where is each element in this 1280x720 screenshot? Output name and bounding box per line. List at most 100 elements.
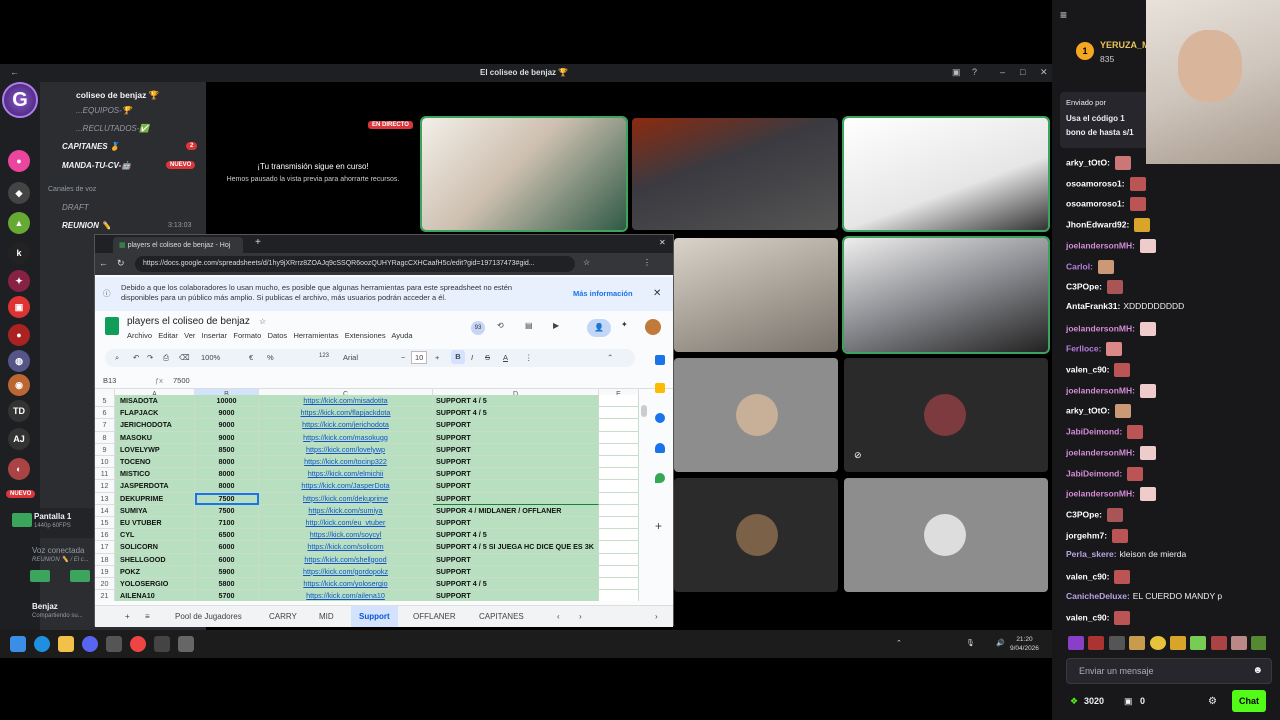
menu-editar[interactable]: Editar — [158, 331, 178, 340]
cell-a[interactable]: MASOKU — [115, 431, 195, 444]
cell-d[interactable]: SUPPORT 4 / 5 — [433, 529, 599, 542]
row-header[interactable]: 17 — [95, 541, 115, 554]
cell-b[interactable]: 5700 — [195, 590, 259, 601]
emote-icon[interactable] — [1108, 636, 1125, 650]
app-icon[interactable] — [106, 636, 122, 652]
cell-d[interactable]: SUPPORT — [433, 492, 599, 505]
cell-c[interactable]: https://kick.com/gordopokz — [259, 565, 433, 578]
emote-icon[interactable] — [1088, 636, 1105, 650]
cell-b[interactable]: 9000 — [195, 407, 259, 420]
discord-icon[interactable] — [82, 636, 98, 652]
emote-icon[interactable] — [1210, 636, 1227, 650]
cell-a[interactable]: SUMIYA — [115, 504, 195, 517]
server-icon[interactable]: ▣ — [8, 296, 30, 318]
chat-send-button[interactable]: Chat — [1232, 690, 1266, 712]
cell-c[interactable]: https://kick.com/lovelywp — [259, 443, 433, 456]
cell-a[interactable]: DEKUPRIME — [115, 492, 195, 505]
cell-e[interactable] — [599, 590, 639, 601]
tasks-icon[interactable] — [655, 413, 665, 423]
history-icon[interactable]: ⟲ — [497, 321, 504, 330]
user-name[interactable]: Benjaz — [32, 602, 58, 611]
cell-e[interactable] — [599, 431, 639, 444]
name-box[interactable]: B13 — [103, 376, 116, 385]
cell-b[interactable]: 6000 — [195, 541, 259, 554]
cell-b[interactable]: 6500 — [195, 529, 259, 542]
search-icon[interactable]: ⌕ — [115, 353, 119, 363]
cell-b[interactable]: 5800 — [195, 578, 259, 591]
cell-e[interactable] — [599, 395, 639, 408]
video-button[interactable] — [30, 570, 50, 582]
paint-format-icon[interactable]: ⌫ — [179, 353, 190, 362]
cell-b[interactable]: 9000 — [195, 419, 259, 432]
cell-a[interactable]: EU VTUBER — [115, 517, 195, 530]
video-tile[interactable] — [842, 236, 1050, 354]
cell-e[interactable] — [599, 517, 639, 530]
cell-c[interactable]: https://kick.com/yolosergio — [259, 578, 433, 591]
app-icon[interactable] — [154, 636, 170, 652]
video-tile[interactable] — [674, 238, 838, 352]
avatar-tile[interactable] — [674, 478, 838, 592]
close-banner-icon[interactable]: ✕ — [653, 288, 661, 299]
cell-d[interactable]: SUPPORT — [433, 590, 599, 601]
row-header[interactable]: 15 — [95, 517, 115, 530]
mic-icon[interactable]: 🎙 — [966, 639, 975, 647]
chrome-icon[interactable] — [130, 636, 146, 652]
chat-username[interactable]: JabiDeimond: — [1066, 426, 1122, 436]
emote-icon[interactable] — [1068, 636, 1084, 650]
avatar-tile[interactable]: ⊘ — [844, 358, 1048, 472]
chat-username[interactable]: joelandersonMH: — [1066, 385, 1135, 395]
cell-c[interactable]: https://kick.com/flapjackdota — [259, 407, 433, 420]
emoji-icon[interactable]: ☻ — [1252, 665, 1263, 676]
row-header[interactable]: 10 — [95, 456, 115, 469]
sheet-title[interactable]: players el coliseo de benjaz — [127, 316, 250, 327]
cell-b[interactable]: 8000 — [195, 456, 259, 469]
chat-username[interactable]: valen_c90: — [1066, 613, 1109, 623]
maps-icon[interactable] — [655, 473, 665, 483]
video-tile[interactable] — [632, 118, 838, 230]
cell-c[interactable]: https://kick.com/JasperDota — [259, 480, 433, 493]
emote-icon[interactable] — [1129, 636, 1146, 650]
menu-extensiones[interactable]: Extensiones — [345, 331, 386, 340]
italic-button[interactable]: I — [471, 353, 473, 362]
server-icon-aj[interactable]: AJ — [8, 428, 30, 450]
chat-username[interactable]: joelandersonMH: — [1066, 488, 1135, 498]
menu-formato[interactable]: Formato — [233, 331, 261, 340]
chat-username[interactable]: arky_tOtO: — [1066, 406, 1110, 416]
cell-d[interactable]: SUPPORT — [433, 456, 599, 469]
server-icon[interactable]: ◍ — [8, 350, 30, 372]
contacts-icon[interactable] — [655, 443, 665, 453]
calendar-icon[interactable] — [655, 355, 665, 365]
cell-a[interactable]: CYL — [115, 529, 195, 542]
menu-archivo[interactable]: Archivo — [127, 331, 152, 340]
scroll-left-icon[interactable]: ‹ — [557, 612, 560, 621]
cell-d[interactable]: SUPPORT — [433, 419, 599, 432]
edge-icon[interactable] — [34, 636, 50, 652]
menu-ayuda[interactable]: Ayuda — [391, 331, 412, 340]
clock[interactable]: 21:20 9/04/2026 — [1010, 635, 1039, 653]
chat-username[interactable]: arky_tOtO: — [1066, 157, 1110, 167]
url-field[interactable]: https://docs.google.com/spreadsheets/d/1… — [135, 256, 575, 272]
share-icon[interactable]: 👤 — [587, 319, 611, 337]
cell-e[interactable] — [599, 578, 639, 591]
cell-c[interactable]: https://kick.com/jerichodota — [259, 419, 433, 432]
cell-b[interactable]: 7500 — [195, 504, 259, 517]
undo-icon[interactable]: ↶ — [133, 353, 139, 362]
redo-icon[interactable]: ↷ — [147, 353, 153, 362]
format-123-button[interactable]: 123 — [319, 353, 329, 359]
cell-b[interactable]: 8500 — [195, 443, 259, 456]
cell-b[interactable]: 8000 — [195, 468, 259, 481]
menu-insertar[interactable]: Insertar — [202, 331, 227, 340]
sheet-tab-active[interactable]: Support — [351, 606, 398, 627]
cell-a[interactable]: JASPERDOTA — [115, 480, 195, 493]
server-icon-g[interactable]: G — [2, 82, 38, 118]
avatar-tile[interactable] — [674, 358, 838, 472]
cell-b[interactable]: 10000 — [195, 395, 259, 408]
row-header[interactable]: 14 — [95, 504, 115, 517]
row-header[interactable]: 13 — [95, 492, 115, 505]
cell-a[interactable]: SOLICORN — [115, 541, 195, 554]
gemini-icon[interactable]: ✦ — [621, 320, 628, 329]
cell-c[interactable]: https://kick.com/masokugg — [259, 431, 433, 444]
decrease-size-icon[interactable]: − — [401, 353, 405, 362]
cell-b[interactable]: 5900 — [195, 565, 259, 578]
channel-item[interactable]: MANDA-TU-CV-🤖 — [62, 161, 131, 170]
